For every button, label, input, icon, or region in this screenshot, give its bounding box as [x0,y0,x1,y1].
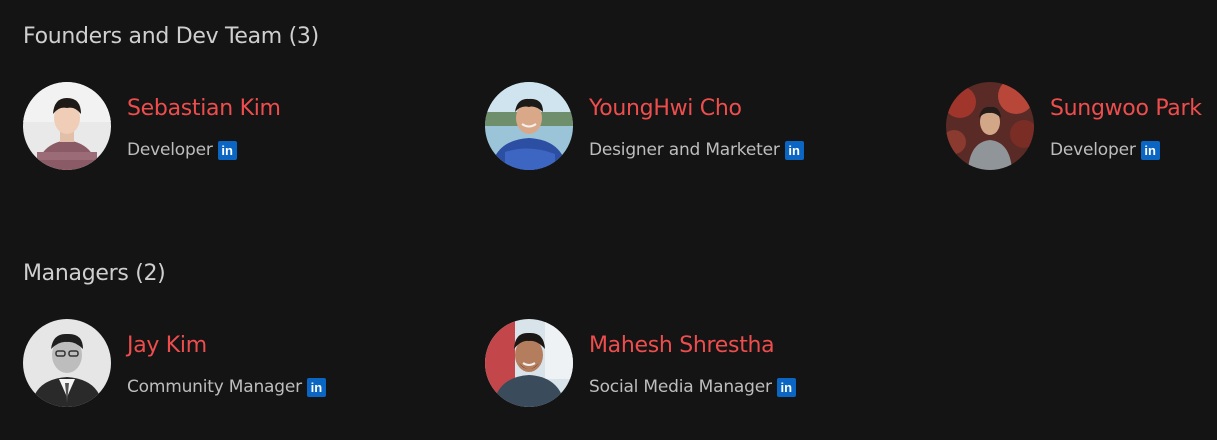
avatar[interactable] [23,319,111,407]
avatar[interactable] [485,319,573,407]
member-meta: Social Media Manager in [589,377,796,397]
member-name[interactable]: Sebastian Kim [127,96,281,121]
linkedin-icon[interactable]: in [784,140,804,160]
member-meta: Developer in [1050,140,1160,160]
member-role: Social Media Manager [589,377,772,397]
member-name[interactable]: Mahesh Shrestha [589,333,775,358]
section-title-founders: Founders and Dev Team (3) [23,24,319,49]
avatar[interactable] [23,82,111,170]
member-role: Designer and Marketer [589,140,780,160]
section-title-managers: Managers (2) [23,261,166,286]
member-name[interactable]: Jay Kim [127,333,207,358]
avatar[interactable] [946,82,1034,170]
member-meta: Designer and Marketer in [589,140,804,160]
avatar[interactable] [485,82,573,170]
member-role: Developer [1050,140,1136,160]
linkedin-icon[interactable]: in [776,377,796,397]
linkedin-icon[interactable]: in [306,377,326,397]
member-meta: Developer in [127,140,237,160]
member-card-mahesh-shrestha: Mahesh Shrestha Social Media Manager in [485,319,815,407]
linkedin-icon[interactable]: in [1140,140,1160,160]
member-role: Developer [127,140,213,160]
member-card-jay-kim: Jay Kim Community Manager in [23,319,353,407]
member-role: Community Manager [127,377,302,397]
linkedin-icon[interactable]: in [217,140,237,160]
team-page: Founders and Dev Team (3) Sebastian Kim … [0,0,1217,440]
member-name[interactable]: YoungHwi Cho [589,96,742,121]
member-card-sungwoo-park: Sungwoo Park Developer in [946,82,1211,170]
member-meta: Community Manager in [127,377,326,397]
member-card-sebastian-kim: Sebastian Kim Developer in [23,82,353,170]
member-card-younghwi-cho: YoungHwi Cho Designer and Marketer in [485,82,815,170]
member-name[interactable]: Sungwoo Park [1050,96,1202,121]
